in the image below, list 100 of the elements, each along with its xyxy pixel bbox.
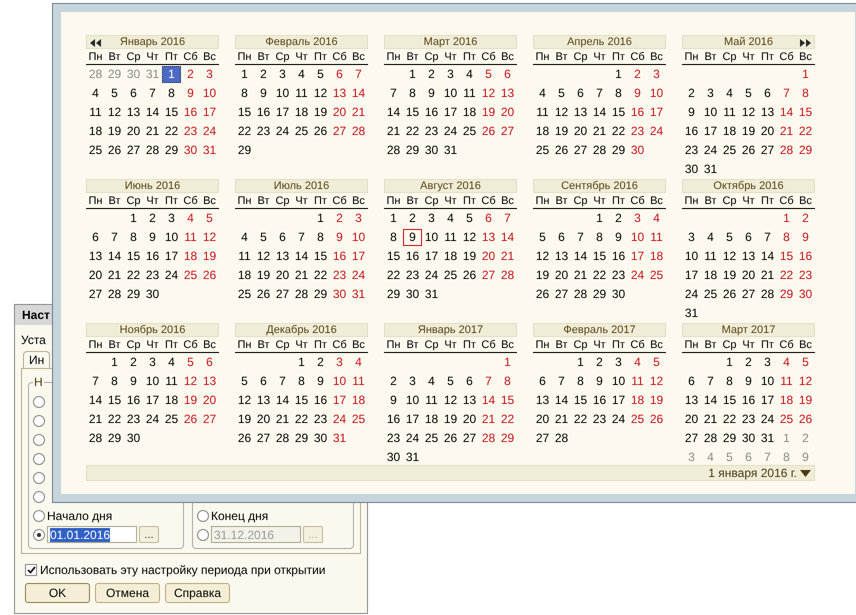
day-cell[interactable]: 6 — [682, 373, 701, 390]
day-cell[interactable]: 30 — [422, 142, 441, 159]
day-cell[interactable]: 18 — [235, 267, 254, 284]
day-cell[interactable]: 23 — [628, 123, 647, 140]
day-cell[interactable]: 28 — [758, 286, 777, 303]
day-cell[interactable]: 12 — [720, 248, 739, 265]
day-cell[interactable]: 10 — [273, 85, 292, 102]
day-cell[interactable]: 19 — [105, 123, 124, 140]
day-cell[interactable]: 4 — [701, 229, 720, 246]
day-cell[interactable]: 30 — [739, 430, 758, 447]
day-cell[interactable]: 2 — [682, 85, 701, 102]
day-cell[interactable]: 23 — [143, 267, 162, 284]
day-cell[interactable]: 5 — [479, 66, 498, 83]
day-cell[interactable]: 20 — [552, 267, 571, 284]
day-cell[interactable]: 31 — [682, 305, 701, 322]
day-cell[interactable]: 13 — [124, 104, 143, 121]
day-cell[interactable]: 1 — [384, 210, 403, 227]
day-cell[interactable]: 21 — [143, 123, 162, 140]
day-cell[interactable]: 30 — [609, 286, 628, 303]
day-cell[interactable]: 16 — [422, 104, 441, 121]
day-cell[interactable]: 19 — [552, 123, 571, 140]
day-cell[interactable]: 25 — [720, 142, 739, 159]
day-cell[interactable]: 3 — [647, 66, 666, 83]
day-cell[interactable]: 11 — [292, 85, 311, 102]
day-cell[interactable]: 15 — [403, 104, 422, 121]
day-cell[interactable]: 25 — [441, 267, 460, 284]
day-cell[interactable]: 17 — [647, 104, 666, 121]
day-cell[interactable]: 10 — [162, 229, 181, 246]
day-cell[interactable]: 27 — [460, 430, 479, 447]
day-cell[interactable]: 27 — [739, 286, 758, 303]
day-cell[interactable]: 6 — [200, 354, 219, 371]
day-cell[interactable]: 24 — [628, 267, 647, 284]
day-cell[interactable]: 21 — [479, 411, 498, 428]
day-cell[interactable]: 29 — [590, 286, 609, 303]
day-cell[interactable]: 5 — [200, 210, 219, 227]
picker-button[interactable]: ... — [139, 526, 159, 543]
day-cell[interactable]: 1 — [403, 66, 422, 83]
day-cell[interactable]: 28 — [552, 430, 571, 447]
day-cell[interactable]: 2 — [143, 210, 162, 227]
day-cell[interactable]: 22 — [292, 411, 311, 428]
day-cell[interactable]: 12 — [796, 373, 815, 390]
day-cell[interactable]: 8 — [609, 85, 628, 102]
day-cell[interactable]: 10 — [200, 85, 219, 102]
day-cell[interactable]: 26 — [181, 411, 200, 428]
day-cell[interactable]: 16 — [124, 392, 143, 409]
day-cell[interactable]: 31 — [403, 449, 422, 466]
day-cell[interactable]: 7 — [552, 373, 571, 390]
day-cell[interactable]: 10 — [647, 85, 666, 102]
day-cell[interactable]: 17 — [330, 392, 349, 409]
day-cell[interactable]: 5 — [796, 354, 815, 371]
day-cell[interactable]: 15 — [590, 248, 609, 265]
day-cell[interactable]: 28 — [777, 142, 796, 159]
day-cell[interactable]: 12 — [552, 104, 571, 121]
day-cell[interactable]: 3 — [330, 354, 349, 371]
day-cell[interactable]: 4 — [720, 85, 739, 102]
day-cell[interactable]: 16 — [739, 392, 758, 409]
day-cell[interactable]: 17 — [200, 104, 219, 121]
day-cell[interactable]: 21 — [498, 248, 517, 265]
day-cell[interactable]: 16 — [628, 104, 647, 121]
day-cell[interactable]: 16 — [403, 248, 422, 265]
day-cell[interactable]: 2 — [311, 354, 330, 371]
day-cell[interactable]: 15 — [311, 248, 330, 265]
day-cell[interactable]: 9 — [403, 229, 422, 246]
day-cell[interactable]: 6 — [739, 229, 758, 246]
dialog-button[interactable]: Справка — [165, 583, 230, 603]
day-cell[interactable]: 6 — [552, 229, 571, 246]
day-cell[interactable]: 9 — [590, 373, 609, 390]
day-cell[interactable]: 17 — [143, 392, 162, 409]
date-field[interactable]: 01.01.2016 — [47, 526, 137, 543]
day-cell[interactable]: 1 — [777, 210, 796, 227]
day-cell[interactable]: 14 — [571, 248, 590, 265]
day-cell[interactable]: 25 — [292, 123, 311, 140]
day-cell[interactable]: 11 — [349, 373, 368, 390]
day-cell[interactable]: 6 — [86, 229, 105, 246]
day-cell[interactable]: 21 — [758, 267, 777, 284]
day-cell[interactable]: 26 — [254, 286, 273, 303]
day-cell[interactable]: 11 — [720, 104, 739, 121]
day-cell[interactable]: 14 — [777, 104, 796, 121]
radio-button[interactable] — [33, 452, 45, 464]
day-cell[interactable]: 6 — [273, 229, 292, 246]
day-cell[interactable]: 28 — [571, 286, 590, 303]
day-cell[interactable]: 22 — [796, 123, 815, 140]
day-cell[interactable]: 19 — [479, 104, 498, 121]
day-cell[interactable]: 27 — [552, 286, 571, 303]
day-cell[interactable]: 29 — [384, 286, 403, 303]
day-cell[interactable]: 17 — [609, 392, 628, 409]
day-cell[interactable]: 15 — [162, 104, 181, 121]
day-cell[interactable]: 10 — [330, 373, 349, 390]
day-cell[interactable]: 20 — [682, 411, 701, 428]
day-cell[interactable]: 14 — [349, 85, 368, 102]
day-cell[interactable]: 11 — [441, 229, 460, 246]
day-cell[interactable]: 5 — [441, 373, 460, 390]
day-cell[interactable]: 21 — [292, 267, 311, 284]
day-cell[interactable]: 8 — [498, 373, 517, 390]
day-cell[interactable]: 25 — [86, 142, 105, 159]
day-cell[interactable]: 6 — [758, 85, 777, 102]
day-cell[interactable]: 4 — [777, 354, 796, 371]
day-cell[interactable]: 16 — [609, 248, 628, 265]
day-cell[interactable]: 28 — [143, 142, 162, 159]
day-cell[interactable]: 6 — [460, 373, 479, 390]
